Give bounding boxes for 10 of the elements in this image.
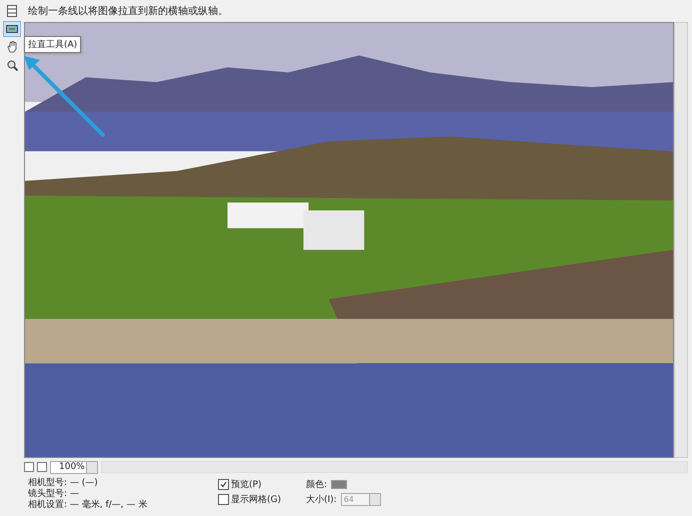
camera-info-text: 镜头型号: — [28, 489, 80, 500]
size-label: 大小(I): [306, 494, 337, 506]
camera-info-text: 相机设置: — 毫米, f/—, — 米 [28, 500, 148, 511]
checkbox[interactable]: 显示网格(G) [218, 493, 288, 506]
tooltip: 拉直工具(A) [24, 36, 82, 53]
checkbox[interactable]: 预览(P) [218, 478, 288, 491]
camera-info-text: 相机型号: — (—) [28, 478, 99, 488]
instruction-text: 绘制一条线以将图像拉直到新的横轴或纵轴。 [28, 4, 228, 18]
zoom-dropdown[interactable]: 100% [50, 460, 98, 474]
color-label: 颜色: [306, 478, 328, 491]
